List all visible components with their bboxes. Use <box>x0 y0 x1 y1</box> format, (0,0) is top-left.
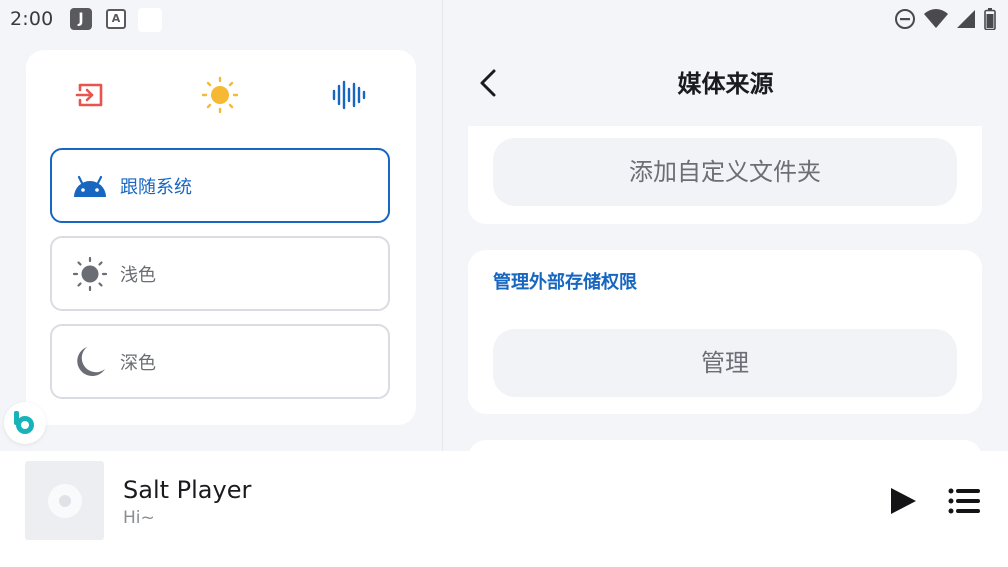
status-time: 2:00 <box>10 8 54 30</box>
add-custom-folder-button[interactable]: 添加自定义文件夹 <box>493 138 957 206</box>
custom-folder-card: 添加自定义文件夹 <box>468 126 982 224</box>
android-icon <box>70 174 110 198</box>
theme-option-label: 深色 <box>120 352 156 374</box>
theme-card: 跟随系统 浅色 深色 <box>26 50 416 425</box>
theme-option-dark[interactable]: 深色 <box>50 324 390 399</box>
theme-option-light[interactable]: 浅色 <box>50 236 390 311</box>
storage-permission-title: 管理外部存储权限 <box>493 272 637 293</box>
track-subtitle: Hi~ <box>123 508 155 528</box>
app-j-icon: J <box>70 8 92 30</box>
player-bar[interactable]: Salt Player Hi~ <box>0 451 1008 567</box>
track-title: Salt Player <box>123 476 252 504</box>
album-art[interactable] <box>25 461 104 540</box>
theme-option-system[interactable]: 跟随系统 <box>50 148 390 223</box>
blank-notification-icon <box>138 8 162 32</box>
exit-icon[interactable] <box>70 75 110 115</box>
theme-option-label: 跟随系统 <box>120 176 192 198</box>
app-a-icon: A <box>106 9 126 29</box>
theme-mode-icons <box>26 75 416 115</box>
theme-option-label: 浅色 <box>120 264 156 286</box>
play-icon[interactable] <box>884 483 920 519</box>
moon-icon <box>70 345 110 379</box>
page-title: 媒体来源 <box>677 70 774 98</box>
queue-icon[interactable] <box>946 485 982 517</box>
manage-button[interactable]: 管理 <box>493 329 957 397</box>
waveform-icon[interactable] <box>330 75 370 115</box>
sun-icon[interactable] <box>200 75 240 115</box>
media-source-header: 媒体来源 <box>443 0 1008 126</box>
storage-permission-card: 管理外部存储权限 管理 <box>468 250 982 414</box>
sun-outline-icon <box>70 256 110 292</box>
floating-badge-icon[interactable] <box>4 402 46 444</box>
